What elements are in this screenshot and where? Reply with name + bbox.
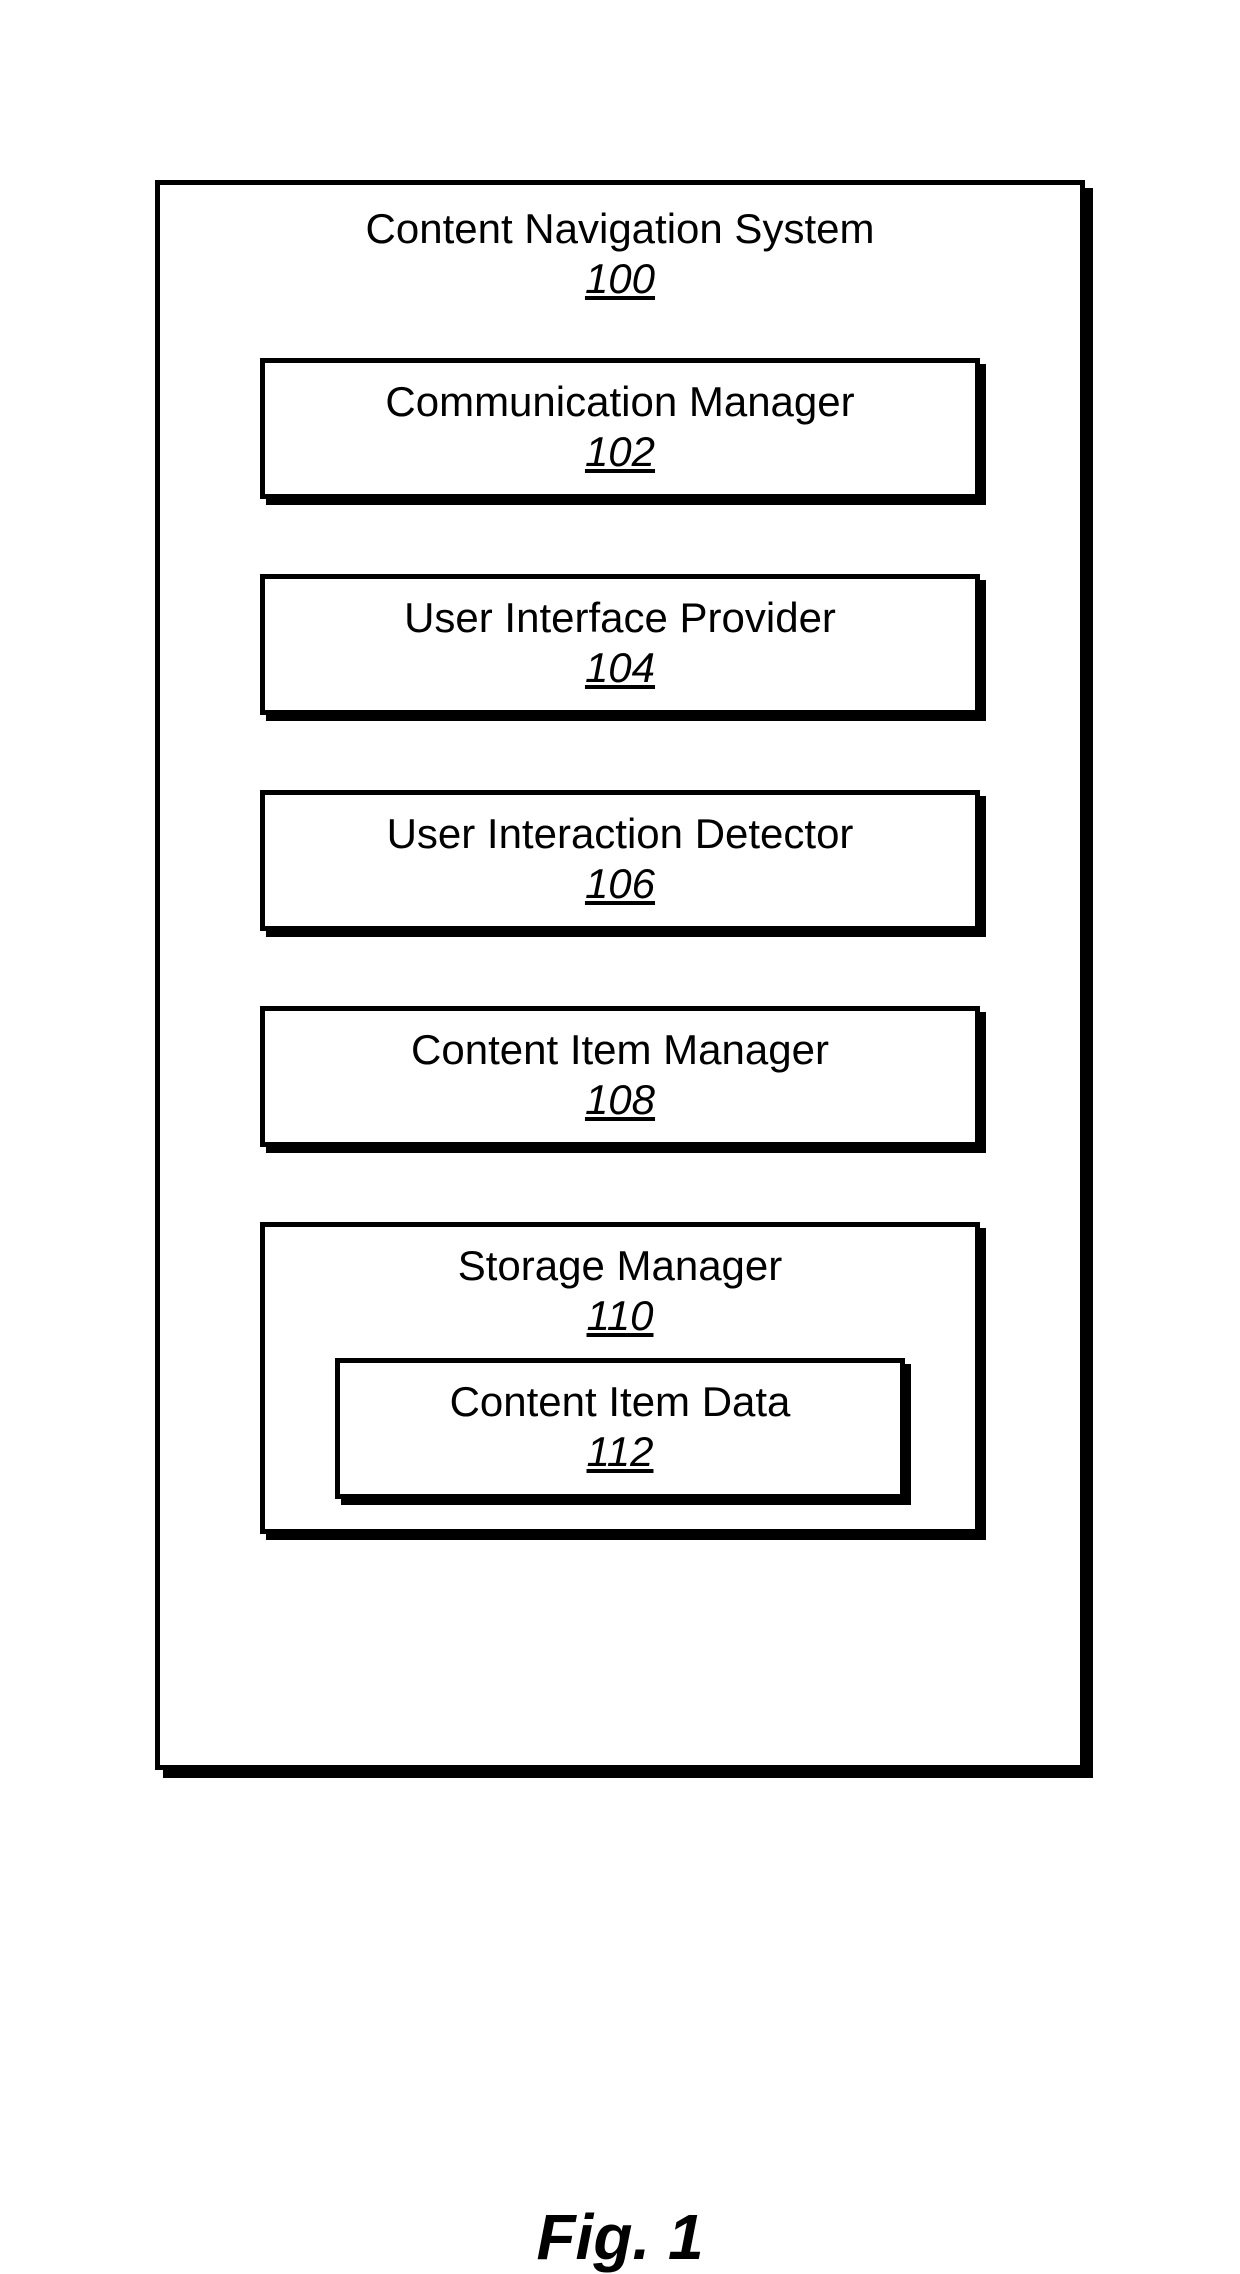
component-title: User Interface Provider bbox=[275, 594, 965, 642]
component-ref: 104 bbox=[275, 644, 965, 692]
component-box: Communication Manager 102 bbox=[260, 358, 980, 499]
storage-box: Storage Manager 110 Content Item Data 11… bbox=[260, 1222, 980, 1534]
system-box: Content Navigation System 100 Communicat… bbox=[155, 180, 1085, 1770]
component-content-item-manager: Content Item Manager 108 bbox=[260, 1006, 980, 1147]
component-title: Content Item Manager bbox=[275, 1026, 965, 1074]
nested-box: Content Item Data 112 bbox=[335, 1358, 905, 1499]
nested-title: Content Item Data bbox=[350, 1378, 890, 1426]
system-ref: 100 bbox=[260, 255, 980, 303]
component-storage-manager: Storage Manager 110 Content Item Data 11… bbox=[260, 1222, 980, 1534]
storage-ref: 110 bbox=[275, 1292, 965, 1340]
nested-ref: 112 bbox=[350, 1428, 890, 1476]
component-box: User Interaction Detector 106 bbox=[260, 790, 980, 931]
component-ref: 102 bbox=[275, 428, 965, 476]
system-title: Content Navigation System bbox=[260, 205, 980, 253]
component-title: User Interaction Detector bbox=[275, 810, 965, 858]
component-ref: 108 bbox=[275, 1076, 965, 1124]
component-title: Communication Manager bbox=[275, 378, 965, 426]
component-communication-manager: Communication Manager 102 bbox=[260, 358, 980, 499]
component-ref: 106 bbox=[275, 860, 965, 908]
component-user-interface-provider: User Interface Provider 104 bbox=[260, 574, 980, 715]
figure-label: Fig. 1 bbox=[536, 2200, 703, 2274]
component-user-interaction-detector: User Interaction Detector 106 bbox=[260, 790, 980, 931]
page-container: Content Navigation System 100 Communicat… bbox=[0, 0, 1240, 2162]
nested-content-item-data: Content Item Data 112 bbox=[335, 1358, 905, 1499]
component-box: Content Item Manager 108 bbox=[260, 1006, 980, 1147]
component-box: User Interface Provider 104 bbox=[260, 574, 980, 715]
storage-title: Storage Manager bbox=[275, 1242, 965, 1290]
